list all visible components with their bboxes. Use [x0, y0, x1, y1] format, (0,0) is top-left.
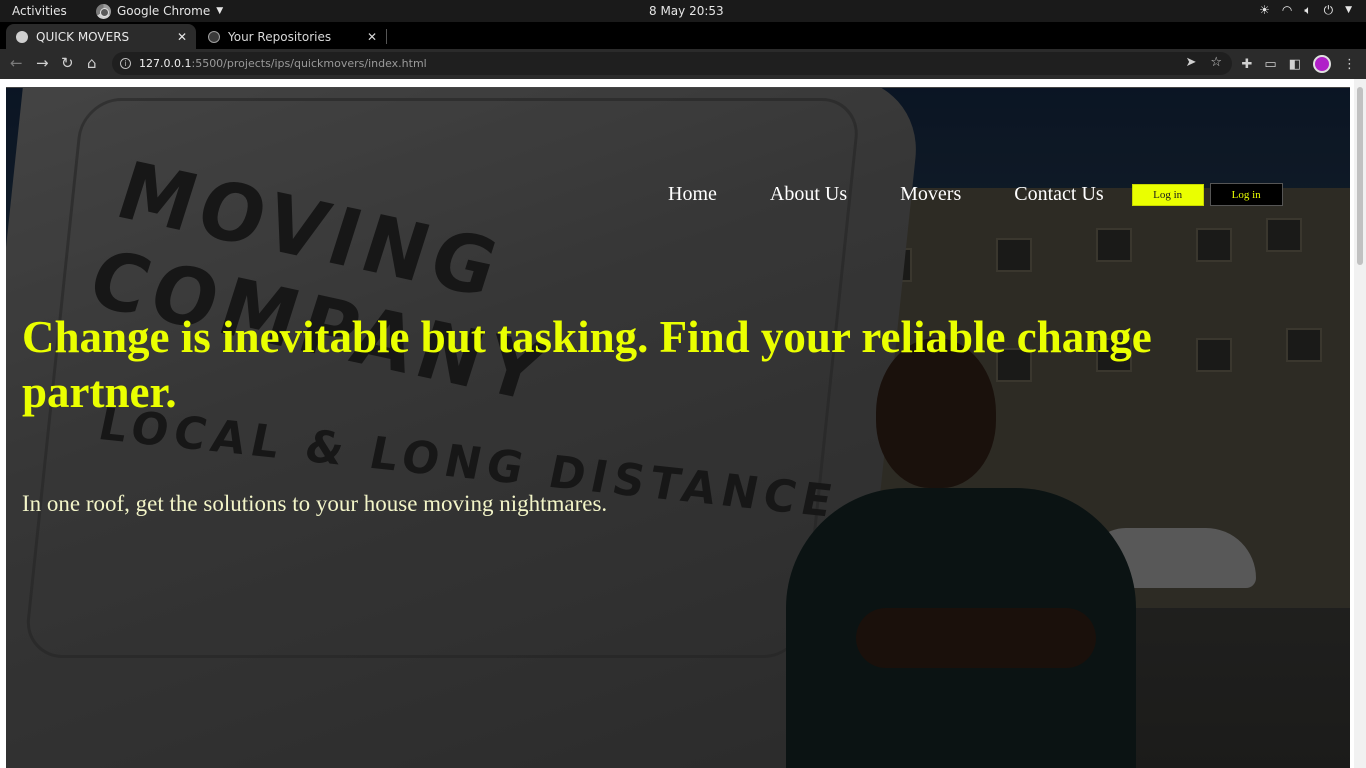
page-scrollbar[interactable]: [1354, 79, 1366, 768]
github-icon: [208, 30, 220, 43]
close-icon[interactable]: ✕: [364, 30, 380, 44]
tab-title: QUICK MOVERS: [36, 29, 130, 44]
tab-quick-movers[interactable]: QUICK MOVERS ✕: [6, 24, 196, 49]
globe-icon: [16, 30, 28, 43]
close-icon[interactable]: ✕: [174, 30, 190, 44]
system-tray[interactable]: ☀ ◠ 🔈︎ ⏻ ▼: [1259, 3, 1352, 18]
address-bar[interactable]: i 127.0.0.1:5500/projects/ips/quickmover…: [112, 52, 1232, 75]
tab-strip: QUICK MOVERS ✕ Your Repositories ✕ + ⌄ –…: [0, 22, 1366, 66]
kebab-menu-icon[interactable]: ⋮: [1343, 57, 1356, 72]
arrow-right-icon[interactable]: →: [36, 54, 49, 72]
tab-title: Your Repositories: [228, 29, 332, 44]
caret-down-icon: ▼: [216, 6, 224, 16]
system-top-bar: Activities Google Chrome ▼ 8 May 20:53 ☀…: [0, 0, 1366, 22]
app-menu[interactable]: Google Chrome ▼: [96, 2, 223, 20]
nav-about-us[interactable]: About Us: [770, 183, 847, 206]
browser-toolbar: ← → ↻ ⌂ i 127.0.0.1:5500/projects/ips/qu…: [0, 49, 1366, 79]
arrow-left-icon[interactable]: ←: [10, 54, 23, 72]
url-path: :5500/projects/ips/quickmovers/index.htm…: [191, 57, 427, 70]
toolbar-actions: ✚ ▭ ◧ ⋮: [1242, 55, 1356, 73]
hero-section: MOVING COMPANY LOCAL & LONG DISTANCE Hom…: [6, 87, 1350, 768]
nav-home[interactable]: Home: [668, 183, 717, 206]
activities-button[interactable]: Activities: [12, 4, 67, 18]
url-host: 127.0.0.1: [139, 57, 192, 70]
site-nav: Home About Us Movers Contact Us Log in L…: [668, 183, 1283, 206]
caret-down-icon: ▼: [1345, 5, 1352, 15]
page-viewport: MOVING COMPANY LOCAL & LONG DISTANCE Hom…: [0, 79, 1366, 768]
home-icon[interactable]: ⌂: [87, 54, 97, 72]
puzzle-icon[interactable]: ✚: [1242, 57, 1253, 72]
clock[interactable]: 8 May 20:53: [649, 4, 724, 18]
hero-headline: Change is inevitable but tasking. Find y…: [22, 312, 1152, 417]
cast-icon[interactable]: ▭: [1264, 57, 1276, 72]
wifi-icon: ◠: [1281, 3, 1293, 17]
power-icon: ⏻: [1323, 3, 1334, 17]
sidepanel-icon[interactable]: ◧: [1289, 57, 1301, 72]
app-name: Google Chrome: [117, 4, 211, 18]
hero-subheadline: In one roof, get the solutions to your h…: [22, 491, 608, 516]
star-icon[interactable]: ☆: [1210, 55, 1222, 70]
nav-movers[interactable]: Movers: [900, 183, 961, 206]
nav-contact-us[interactable]: Contact Us: [1014, 183, 1103, 206]
tab-your-repositories[interactable]: Your Repositories ✕: [198, 24, 387, 49]
brightness-icon: ☀: [1259, 3, 1270, 17]
scrollbar-thumb[interactable]: [1357, 87, 1363, 265]
login-button-primary[interactable]: Log in: [1131, 183, 1204, 206]
avatar[interactable]: [1313, 55, 1331, 73]
chrome-icon: [96, 3, 111, 19]
volume-icon: 🔈︎: [1304, 3, 1312, 17]
reload-icon[interactable]: ↻: [61, 54, 74, 72]
login-button-secondary[interactable]: Log in: [1209, 183, 1283, 206]
send-icon[interactable]: ➤: [1185, 55, 1196, 70]
info-icon[interactable]: i: [120, 58, 131, 69]
